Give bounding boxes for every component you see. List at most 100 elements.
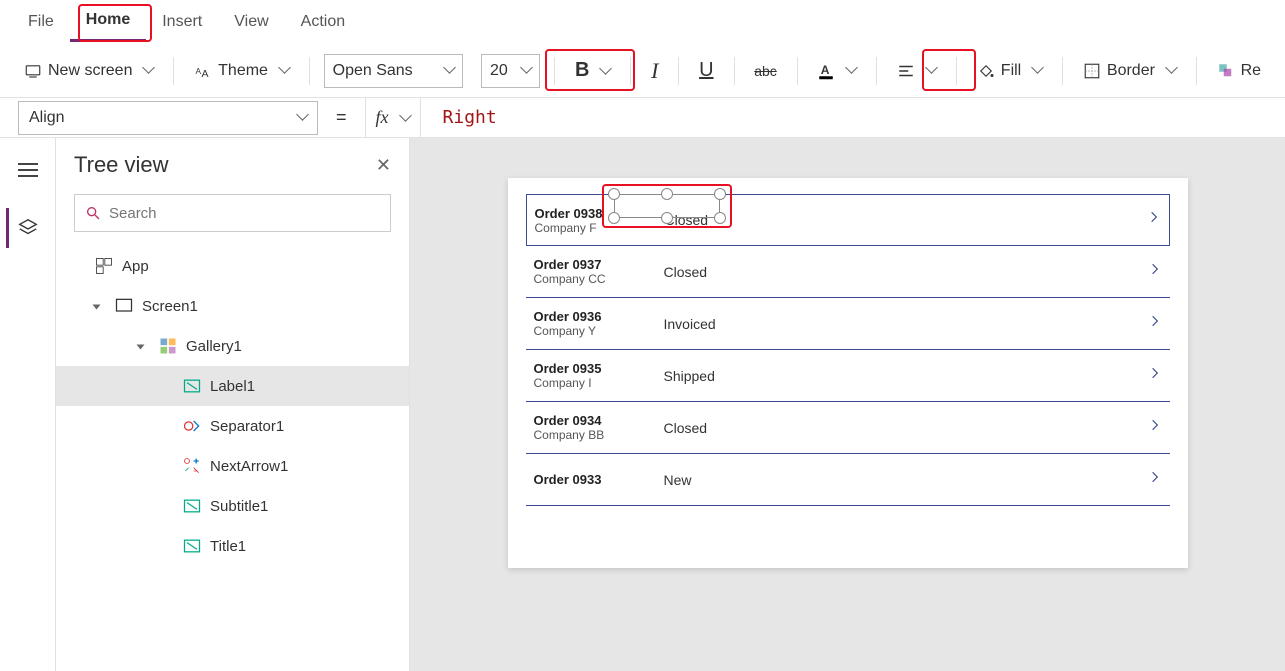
tab-file[interactable]: File bbox=[12, 3, 70, 41]
separator bbox=[309, 57, 310, 85]
gallery-item-text: Order 0937Company CC bbox=[534, 257, 644, 286]
next-arrow-icon[interactable] bbox=[1148, 363, 1162, 389]
gallery-item-subtitle: Company I bbox=[534, 376, 644, 390]
tab-insert[interactable]: Insert bbox=[146, 3, 218, 41]
chevron-down-icon bbox=[1161, 62, 1176, 80]
underline-button[interactable]: U bbox=[693, 55, 719, 86]
border-icon bbox=[1083, 62, 1101, 80]
theme-button[interactable]: AA Theme bbox=[188, 58, 295, 84]
property-value: Align bbox=[29, 109, 65, 127]
tree-header: Tree view ✕ bbox=[56, 138, 409, 188]
tab-view[interactable]: View bbox=[218, 3, 284, 41]
italic-button[interactable]: I bbox=[645, 54, 664, 88]
separator bbox=[734, 57, 735, 85]
tree-item-label: Screen1 bbox=[142, 298, 198, 315]
left-rail bbox=[0, 138, 56, 671]
gallery-item-title: Order 0937 bbox=[534, 257, 644, 272]
font-size-dropdown[interactable]: 20 bbox=[481, 54, 540, 88]
strikethrough-button[interactable]: abc bbox=[748, 59, 783, 83]
chevron-down-icon bbox=[1027, 62, 1042, 80]
new-screen-button[interactable]: New screen bbox=[18, 58, 159, 84]
svg-text:A: A bbox=[821, 63, 830, 77]
reorder-label: Re bbox=[1241, 62, 1261, 80]
next-arrow-icon[interactable] bbox=[1148, 467, 1162, 493]
rail-tree-view[interactable] bbox=[6, 208, 46, 248]
separator bbox=[630, 57, 631, 85]
gallery-item-status: Shipped bbox=[644, 368, 1148, 384]
tree-item-separator1[interactable]: Separator1 bbox=[56, 406, 409, 446]
tree-icon-label bbox=[182, 376, 202, 396]
gallery-item-subtitle: Company F bbox=[535, 221, 645, 235]
search-icon bbox=[85, 205, 101, 221]
formula-bar: Align = fx bbox=[0, 98, 1285, 138]
gallery-item-status: New bbox=[644, 472, 1148, 488]
chevron-down-icon bbox=[274, 62, 289, 80]
tree-item-label: NextArrow1 bbox=[210, 458, 288, 475]
new-screen-label: New screen bbox=[48, 62, 132, 80]
tree-item-subtitle1[interactable]: Subtitle1 bbox=[56, 486, 409, 526]
formula-input[interactable] bbox=[433, 98, 1267, 137]
gallery[interactable]: Order 0938Company FClosedOrder 0937Compa… bbox=[508, 194, 1188, 506]
close-icon[interactable]: ✕ bbox=[376, 155, 391, 176]
gallery-item-title: Order 0934 bbox=[534, 413, 644, 428]
gallery-item-text: Order 0936Company Y bbox=[534, 309, 644, 338]
tree-item-label1[interactable]: Label1 bbox=[56, 366, 409, 406]
tree-caret-icon bbox=[138, 338, 150, 355]
tree-icon-nextarrow bbox=[182, 456, 202, 476]
next-arrow-icon[interactable] bbox=[1148, 311, 1162, 337]
tree-item-app[interactable]: App bbox=[56, 246, 409, 286]
next-arrow-icon[interactable] bbox=[1148, 415, 1162, 441]
gallery-item-title: Order 0933 bbox=[534, 472, 644, 487]
reorder-icon bbox=[1217, 62, 1235, 80]
gallery-item[interactable]: Order 0933New bbox=[526, 454, 1170, 506]
tree-item-title1[interactable]: Title1 bbox=[56, 526, 409, 566]
reorder-button[interactable]: Re bbox=[1211, 58, 1267, 84]
hamburger-icon bbox=[18, 163, 38, 177]
svg-text:A: A bbox=[196, 67, 202, 76]
gallery-item[interactable]: Order 0936Company YInvoiced bbox=[526, 298, 1170, 350]
tree-search-input[interactable] bbox=[109, 205, 380, 222]
font-color-icon: A bbox=[817, 62, 835, 80]
tree-search-box[interactable] bbox=[74, 194, 391, 232]
tree-view-panel: Tree view ✕ App Screen1 Gallery1Label1Sepa… bbox=[56, 138, 410, 671]
tree-item-gallery1[interactable]: Gallery1 bbox=[56, 326, 409, 366]
gallery-item-subtitle: Company BB bbox=[534, 428, 644, 442]
tree-icon-gallery bbox=[158, 336, 178, 356]
gallery-item-status: Closed bbox=[644, 264, 1148, 280]
gallery-item-status: Closed bbox=[644, 420, 1148, 436]
chevron-down-icon bbox=[138, 62, 153, 80]
theme-label: Theme bbox=[218, 62, 268, 80]
bold-button[interactable]: B bbox=[569, 55, 616, 86]
tab-action[interactable]: Action bbox=[285, 3, 361, 41]
align-button[interactable] bbox=[891, 58, 942, 84]
tab-home[interactable]: Home bbox=[70, 1, 146, 42]
chevron-down-icon bbox=[516, 62, 531, 80]
gallery-item-title: Order 0936 bbox=[534, 309, 644, 324]
border-label: Border bbox=[1107, 62, 1155, 80]
tree-item-screen1[interactable]: Screen1 bbox=[56, 286, 409, 326]
gallery-item[interactable]: Order 0934Company BBClosed bbox=[526, 402, 1170, 454]
gallery-item[interactable]: Order 0935Company IShipped bbox=[526, 350, 1170, 402]
gallery-item[interactable]: Order 0937Company CCClosed bbox=[526, 246, 1170, 298]
fill-button[interactable]: Fill bbox=[971, 58, 1048, 84]
property-dropdown[interactable]: Align bbox=[18, 101, 318, 135]
chevron-down-icon bbox=[395, 110, 410, 126]
font-color-button[interactable]: A bbox=[811, 58, 862, 84]
tree-icon-label bbox=[182, 496, 202, 516]
next-arrow-icon[interactable] bbox=[1148, 259, 1162, 285]
align-icon bbox=[897, 62, 915, 80]
new-screen-icon bbox=[24, 62, 42, 80]
gallery-item-subtitle: Company CC bbox=[534, 272, 644, 286]
canvas-area: Order 0938Company FClosedOrder 0937Compa… bbox=[410, 138, 1285, 671]
tree-item-nextarrow1[interactable]: NextArrow1 bbox=[56, 446, 409, 486]
fx-button[interactable]: fx bbox=[365, 98, 421, 137]
gallery-item-status: Invoiced bbox=[644, 316, 1148, 332]
rail-hamburger[interactable] bbox=[8, 150, 48, 190]
font-family-dropdown[interactable]: Open Sans bbox=[324, 54, 463, 88]
app-screen[interactable]: Order 0938Company FClosedOrder 0937Compa… bbox=[508, 178, 1188, 568]
font-family-value: Open Sans bbox=[333, 62, 413, 80]
next-arrow-icon[interactable] bbox=[1147, 207, 1161, 233]
tree-icon-label bbox=[182, 536, 202, 556]
separator bbox=[956, 57, 957, 85]
border-button[interactable]: Border bbox=[1077, 58, 1182, 84]
